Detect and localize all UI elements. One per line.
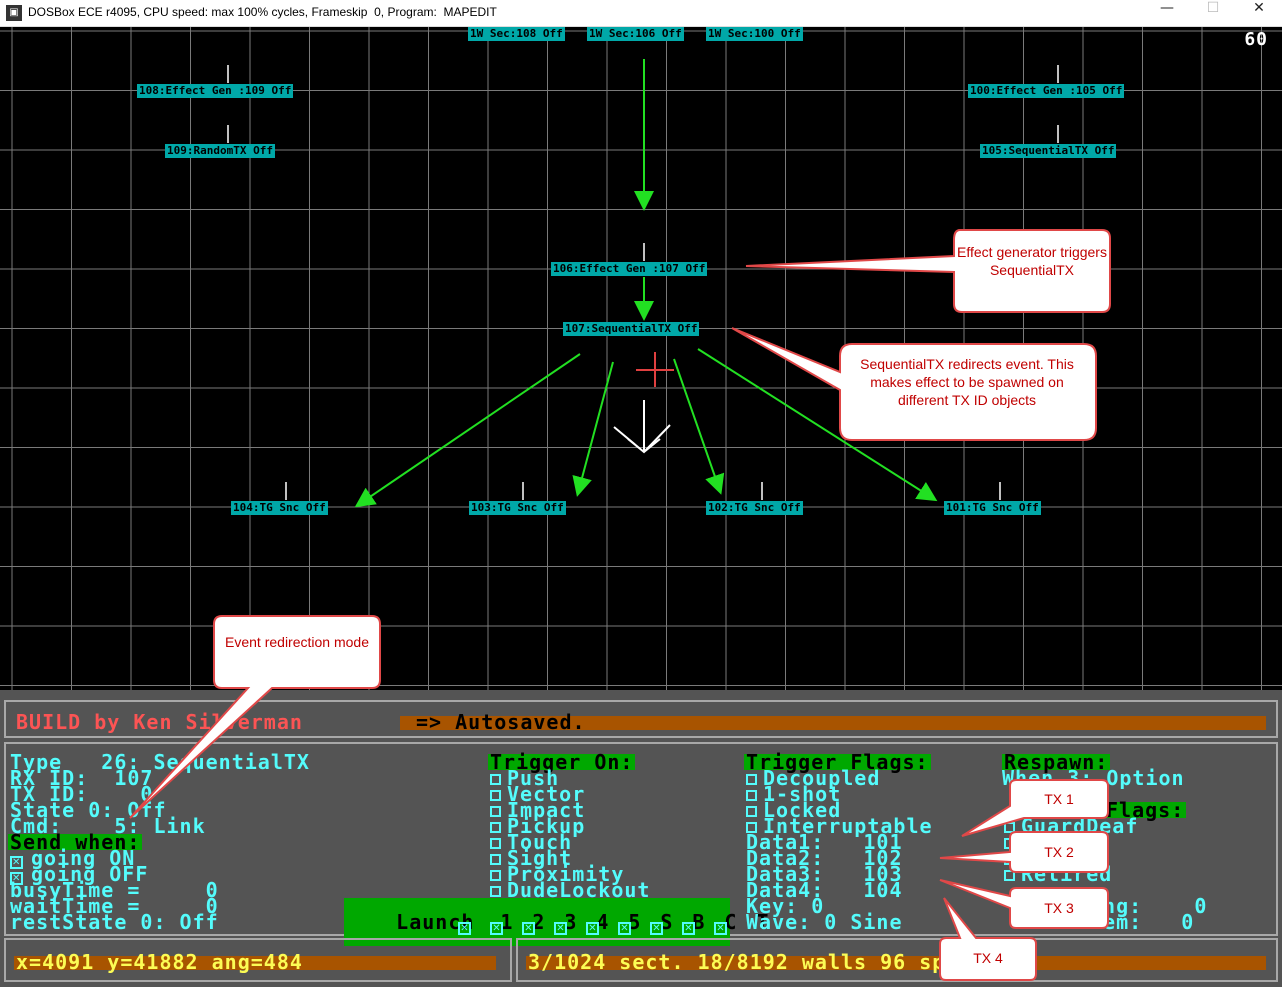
event-arrow: [572, 361, 614, 497]
label-random-109[interactable]: 109:RandomTX Off: [165, 144, 275, 158]
label-1w-sec-100[interactable]: 1W Sec:100 Off: [706, 27, 803, 41]
status-text: => Autosaved.: [416, 710, 586, 734]
callout-tx3-text: TX 3: [1044, 900, 1074, 916]
trigger-dudelockout[interactable]: DudeLockout: [490, 880, 650, 900]
build-title: BUILD by Ken Silverman: [16, 710, 303, 734]
proximity-checkbox[interactable]: [490, 870, 501, 881]
decoupled-checkbox[interactable]: [746, 774, 757, 785]
launch-checkbox-c[interactable]: ✕: [682, 922, 695, 935]
map-counts: 3/1024 sect. 18/8192 walls 96 spri.: [528, 950, 985, 974]
locked-checkbox[interactable]: [746, 806, 757, 817]
push-checkbox[interactable]: [490, 774, 501, 785]
pickup-checkbox[interactable]: [490, 822, 501, 833]
impact-checkbox[interactable]: [490, 806, 501, 817]
launch-checkbox-1[interactable]: ✕: [458, 922, 471, 935]
map-view[interactable]: 60 1W Sec:108 Off 1W Sec:106 Off 1W Sec:…: [0, 27, 1282, 690]
launch-checkbox-b[interactable]: ✕: [650, 922, 663, 935]
maximize-button[interactable]: ☐: [1190, 0, 1236, 26]
guarddeaf-checkbox[interactable]: [1004, 822, 1015, 833]
wave[interactable]: Wave: 0 Sine: [746, 912, 903, 932]
label-1w-sec-106[interactable]: 1W Sec:106 Off: [587, 27, 684, 41]
launch-checkboxes: ✕ ✕ ✕ ✕ ✕ ✕ ✕ ✕ ✕: [458, 916, 746, 935]
callout-tx1-text: TX 1: [1044, 791, 1074, 807]
label-tg-103[interactable]: 103:TG Snc Off: [469, 501, 566, 515]
callout-tx2-text: TX 2: [1044, 844, 1074, 860]
launch-checkbox-2[interactable]: ✕: [490, 922, 503, 935]
label-tg-104[interactable]: 104:TG Snc Off: [231, 501, 328, 515]
label-tg-102[interactable]: 102:TG Snc Off: [706, 501, 803, 515]
editor-panel: BUILD by Ken Silverman => Autosaved. Typ…: [0, 690, 1282, 987]
retired-label: Retired: [1021, 862, 1113, 886]
callout-sequential-text: SequentialTX redirects event. This makes…: [860, 356, 1074, 408]
event-arrow: [354, 353, 581, 508]
vector-checkbox[interactable]: [490, 790, 501, 801]
window-titlebar: ▣ DOSBox ECE r4095, CPU speed: max 100% …: [0, 0, 1282, 27]
label-1w-sec-108[interactable]: 1W Sec:108 Off: [468, 27, 565, 41]
callout-effect-generator-text: Effect generator triggers SequentialTX: [957, 244, 1107, 278]
dudelockout-checkbox[interactable]: [490, 886, 501, 897]
launch-checkbox-4[interactable]: ✕: [554, 922, 567, 935]
fps-counter: 60: [1244, 29, 1268, 50]
event-arrow: [673, 358, 725, 495]
label-tg-101[interactable]: 101:TG Snc Off: [944, 501, 1041, 515]
window-title: DOSBox ECE r4095, CPU speed: max 100% cy…: [28, 5, 497, 19]
flag-retired[interactable]: Retired: [1004, 864, 1112, 884]
sight-checkbox[interactable]: [490, 854, 501, 865]
launch-checkbox-s[interactable]: ✕: [618, 922, 631, 935]
label-seq-107[interactable]: 107:SequentialTX Off: [563, 322, 700, 336]
launch-checkbox-3[interactable]: ✕: [522, 922, 535, 935]
1shot-checkbox[interactable]: [746, 790, 757, 801]
player-arrow-icon: [613, 400, 671, 454]
label-effect-108[interactable]: 108:Effect Gen :109 Off: [137, 84, 294, 98]
callout-event-redirection-text: Event redirection mode: [225, 634, 369, 650]
touch-checkbox[interactable]: [490, 838, 501, 849]
label-effect-100[interactable]: 100:Effect Gen :105 Off: [968, 84, 1125, 98]
respawn-when[interactable]: When 3: Option: [1002, 768, 1185, 788]
label-effect-106[interactable]: 106:Effect Gen :107 Off: [551, 262, 708, 276]
launch-checkbox-t[interactable]: ✕: [714, 922, 727, 935]
label-seq-105[interactable]: 105:SequentialTX Off: [980, 144, 1117, 158]
callout-tx4-text: TX 4: [973, 950, 1003, 966]
launch-checkbox-5[interactable]: ✕: [586, 922, 599, 935]
cursor-coords: x=4091 y=41882 ang=484: [16, 950, 303, 974]
map-grid: [0, 27, 1282, 690]
close-button[interactable]: ✕: [1236, 0, 1282, 26]
minimize-button[interactable]: —: [1144, 0, 1190, 26]
retired-checkbox[interactable]: [1004, 870, 1015, 881]
rest-state[interactable]: restState 0: Off: [10, 912, 219, 932]
dosbox-icon: ▣: [6, 5, 22, 21]
